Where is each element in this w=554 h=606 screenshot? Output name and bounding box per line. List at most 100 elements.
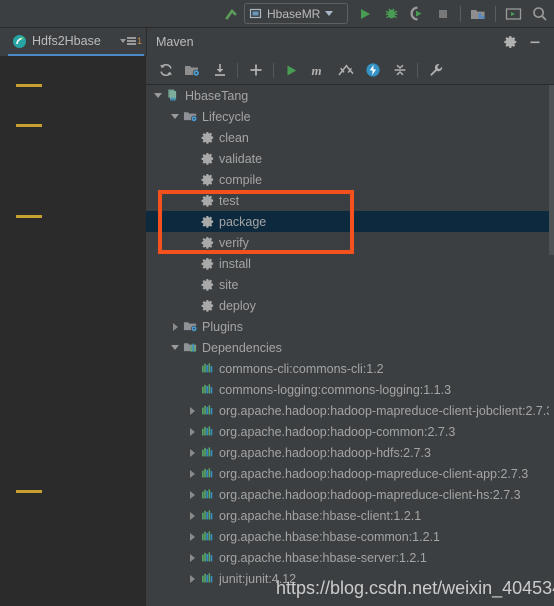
maven-projects-tree[interactable]: m HbaseTang Lifecycle clean validate compile t…: [146, 85, 554, 606]
chevron-right-icon[interactable]: [186, 568, 198, 589]
chevron-right-icon[interactable]: [186, 547, 198, 568]
collapse-all-button[interactable]: [386, 58, 413, 83]
project-structure-button[interactable]: [465, 2, 491, 26]
chevron-right-icon[interactable]: [186, 463, 198, 484]
tree-row-label: site: [219, 277, 239, 292]
tree-row[interactable]: test: [146, 190, 554, 211]
settings-gear-button[interactable]: [500, 31, 522, 53]
dependency-icon: [198, 379, 216, 400]
tree-row[interactable]: org.apache.hbase:hbase-common:1.2.1: [146, 526, 554, 547]
maven-goal-icon: [198, 295, 216, 316]
editor-tab-badge: 1: [136, 36, 142, 46]
run-configuration-selector[interactable]: HbaseMR: [244, 3, 348, 24]
tree-row[interactable]: org.apache.hadoop:hadoop-mapreduce-clien…: [146, 400, 554, 421]
tree-row-label: validate: [219, 151, 263, 166]
tree-row[interactable]: Lifecycle: [146, 106, 554, 127]
maven-tree-scrollbar[interactable]: [549, 85, 554, 606]
chevron-right-icon[interactable]: [186, 505, 198, 526]
dependency-icon: [198, 358, 216, 379]
chevron-right-icon[interactable]: [186, 400, 198, 421]
tree-row[interactable]: Dependencies: [146, 337, 554, 358]
editor-area[interactable]: [0, 56, 276, 606]
execute-maven-goal-button[interactable]: m: [305, 58, 332, 83]
run-button[interactable]: [352, 2, 378, 26]
tree-row-label: org.apache.hadoop:hadoop-common:2.7.3: [219, 424, 456, 439]
tree-row[interactable]: validate: [146, 148, 554, 169]
editor-tab-hdfs2hbase[interactable]: Hdfs2Hbase 1: [8, 28, 144, 56]
generate-sources-button[interactable]: [179, 58, 206, 83]
run-maven-build-button[interactable]: [278, 58, 305, 83]
chevron-down-icon[interactable]: [325, 11, 334, 16]
tree-row-label: org.apache.hbase:hbase-client:1.2.1: [219, 508, 422, 523]
stop-button[interactable]: [430, 2, 456, 26]
maven-toolbar: m: [146, 56, 554, 85]
editor-scrollbar[interactable]: [131, 56, 276, 606]
terminal-button[interactable]: [500, 2, 526, 26]
maven-settings-button[interactable]: [422, 58, 449, 83]
chevron-down-icon[interactable]: [169, 106, 181, 127]
maven-panel-title: Maven: [156, 35, 194, 49]
tree-row-label: HbaseTang: [185, 88, 249, 103]
maven-goal-icon: [198, 190, 216, 211]
minimize-button[interactable]: [524, 31, 546, 53]
tree-row[interactable]: org.apache.hbase:hbase-server:1.2.1: [146, 547, 554, 568]
debug-button[interactable]: [378, 2, 404, 26]
tree-row[interactable]: org.apache.hadoop:hadoop-hdfs:2.7.3: [146, 442, 554, 463]
tree-row[interactable]: commons-logging:commons-logging:1.1.3: [146, 379, 554, 400]
tree-row[interactable]: site: [146, 274, 554, 295]
tree-row-label: install: [219, 256, 251, 271]
watermark-url: https://blog.csdn.net/weixin_40453404: [276, 578, 554, 598]
reimport-all-maven-projects-button[interactable]: [152, 58, 179, 83]
run-with-coverage-button[interactable]: [404, 2, 430, 26]
build-arrow-icon[interactable]: [218, 2, 244, 26]
editor-change-markers: [0, 56, 131, 606]
svg-text:m: m: [312, 63, 322, 78]
chevron-down-icon[interactable]: [119, 39, 126, 43]
chevron-right-icon[interactable]: [186, 484, 198, 505]
editor-tab-extra[interactable]: 1: [119, 36, 144, 46]
change-marker: [16, 84, 42, 87]
tree-row[interactable]: verify: [146, 232, 554, 253]
tree-row-label: verify: [219, 235, 249, 250]
tree-row[interactable]: package: [146, 211, 554, 232]
add-maven-project-button[interactable]: [242, 58, 269, 83]
svg-text:m: m: [170, 95, 176, 103]
dependencies-folder-icon: [181, 337, 199, 358]
chevron-right-icon[interactable]: [186, 421, 198, 442]
chevron-down-icon[interactable]: [152, 85, 164, 106]
tree-row[interactable]: commons-cli:commons-cli:1.2: [146, 358, 554, 379]
chevron-down-icon[interactable]: [169, 337, 181, 358]
tree-row[interactable]: org.apache.hadoop:hadoop-mapreduce-clien…: [146, 463, 554, 484]
tree-row[interactable]: compile: [146, 169, 554, 190]
search-everywhere-button[interactable]: [526, 2, 552, 26]
maven-tool-window-header: Maven: [146, 28, 554, 56]
tree-row-label: commons-logging:commons-logging:1.1.3: [219, 382, 452, 397]
tree-row[interactable]: deploy: [146, 295, 554, 316]
lifecycle-folder-icon: [181, 106, 199, 127]
tree-row[interactable]: org.apache.hbase:hbase-client:1.2.1: [146, 505, 554, 526]
tree-row[interactable]: m HbaseTang: [146, 85, 554, 106]
tree-row[interactable]: install: [146, 253, 554, 274]
tree-row[interactable]: clean: [146, 127, 554, 148]
idea-class-icon: [13, 34, 26, 48]
tree-row-label: Lifecycle: [202, 109, 251, 124]
tree-row[interactable]: Plugins: [146, 316, 554, 337]
tree-row[interactable]: org.apache.hadoop:hadoop-mapreduce-clien…: [146, 484, 554, 505]
toggle-skip-tests-button[interactable]: [332, 58, 359, 83]
dependency-icon: [198, 400, 216, 421]
tree-row-label: commons-cli:commons-cli:1.2: [219, 361, 384, 376]
chevron-right-icon[interactable]: [186, 526, 198, 547]
tree-row[interactable]: org.apache.hadoop:hadoop-common:2.7.3: [146, 421, 554, 442]
list-lines-icon[interactable]: [126, 37, 136, 45]
toggle-offline-mode-button[interactable]: [359, 58, 386, 83]
chevron-right-icon[interactable]: [169, 316, 181, 337]
tree-row-label: org.apache.hadoop:hadoop-mapreduce-clien…: [219, 487, 521, 502]
toolbar-divider: [460, 5, 461, 22]
download-sources-button[interactable]: [206, 58, 233, 83]
chevron-right-icon[interactable]: [186, 442, 198, 463]
